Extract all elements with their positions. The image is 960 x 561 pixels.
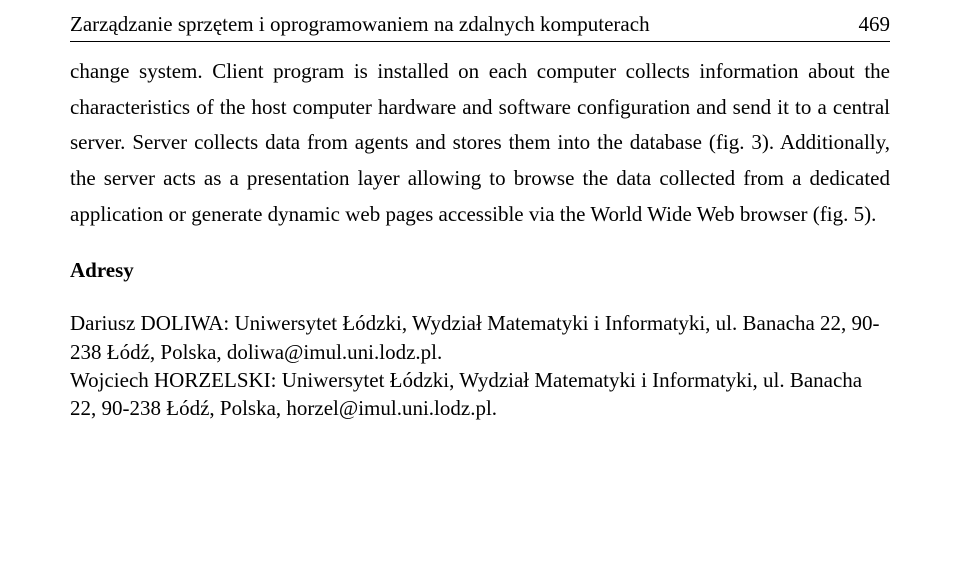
page-container: Zarządzanie sprzętem i oprogramowaniem n…	[0, 0, 960, 443]
address-entry: Wojciech HORZELSKI: Uniwersytet Łódzki, …	[70, 366, 890, 423]
address-entry: Dariusz DOLIWA: Uniwersytet Łódzki, Wydz…	[70, 309, 890, 366]
header-rule	[70, 41, 890, 42]
page-header: Zarządzanie sprzętem i oprogramowaniem n…	[70, 12, 890, 37]
addresses-heading: Adresy	[70, 258, 890, 283]
page-number: 469	[859, 12, 891, 37]
running-title: Zarządzanie sprzętem i oprogramowaniem n…	[70, 12, 650, 37]
body-paragraph: change system. Client program is install…	[70, 54, 890, 232]
